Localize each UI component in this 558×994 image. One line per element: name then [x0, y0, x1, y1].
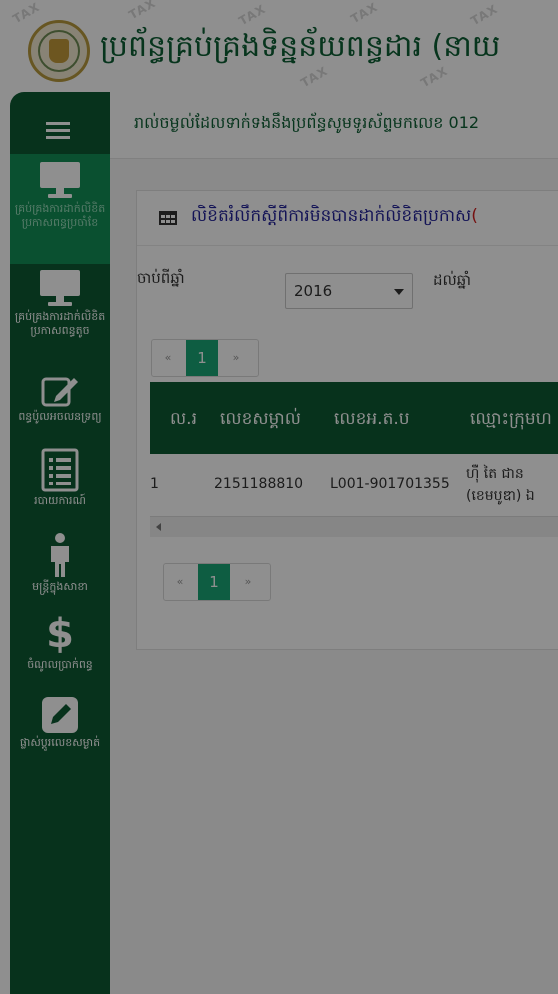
hamburger-menu-icon[interactable]: [46, 122, 70, 140]
sidebar-item-small-declaration[interactable]: គ្រប់គ្រងការដាក់លិខិតប្រកាសពន្ធតូច: [10, 266, 110, 374]
pagination-prev[interactable]: «: [152, 340, 184, 376]
horizontal-scrollbar[interactable]: [150, 516, 558, 537]
sidebar-item-label: ផ្លាស់ប្ដូរលេខសម្ងាត់: [19, 736, 101, 749]
pagination-next[interactable]: »: [232, 564, 264, 600]
dollar-icon: $: [46, 611, 74, 657]
sidebar-item-label: គ្រប់គ្រងការដាក់លិខិតប្រកាសពន្ធតូច: [14, 310, 106, 337]
sidebar-item-label: ពន្ធប៉ូលអចលនទ្រព្យ: [18, 410, 102, 423]
col-header-tin: លេខអ.ត.ប: [334, 409, 410, 429]
pagination-page-1[interactable]: 1: [198, 564, 230, 600]
person-icon: [51, 533, 69, 577]
from-year-label: ចាប់ពីឆ្នាំ: [137, 269, 185, 287]
sidebar-item-change-password[interactable]: ផ្លាស់ប្ដូរលេខសម្ងាត់: [10, 696, 110, 768]
watermark-text: TAX: [126, 0, 159, 23]
monitor-icon: [40, 162, 80, 198]
col-header-id: លេខសម្គាល់: [220, 409, 301, 429]
table-header: ល.រ លេខសម្គាល់ លេខអ.ត.ប ឈ្មោះក្រុមហ: [150, 382, 558, 454]
caret-down-icon: [394, 289, 404, 295]
col-header-company: ឈ្មោះក្រុមហ: [470, 409, 552, 429]
watermark-text: TAX: [418, 63, 451, 91]
sidebar-item-label: មន្ត្រីក្នុងសាខា: [32, 580, 88, 593]
pagination-next[interactable]: »: [220, 340, 252, 376]
pagination-top: « 1 »: [151, 339, 259, 377]
cell-id: 2151188810: [214, 476, 304, 492]
edit-icon: [41, 377, 78, 407]
watermark-text: TAX: [348, 0, 381, 27]
pencil-square-icon: [42, 697, 78, 733]
from-year-select[interactable]: 2016: [285, 273, 413, 309]
sidebar-item-officers[interactable]: មន្ត្រីក្នុងសាខា: [10, 532, 110, 604]
scroll-left-icon[interactable]: [156, 523, 161, 531]
watermark-text: TAX: [298, 63, 331, 91]
sidebar-item-report[interactable]: របាយការណ៍: [10, 448, 110, 520]
sidebar: គ្រប់គ្រងការដាក់លិខិតប្រកាសពន្ធប្រចាំខែ …: [10, 92, 110, 994]
sidebar-item-label: ចំណូលប្រាក់ពន្ធ: [27, 658, 93, 671]
pagination-page-1[interactable]: 1: [186, 340, 218, 376]
monitor-icon: [40, 270, 80, 306]
pagination-bottom: « 1 »: [163, 563, 271, 601]
table-row[interactable]: 1 2151188810 L001-901701355 ហ៊ឺ តៃ ជាន (…: [150, 454, 558, 516]
cell-no: 1: [150, 476, 159, 492]
gdt-logo: [28, 20, 90, 82]
panel-header: លិខិតរំលឹកស្ដីពីការមិនបានដាក់លិខិតប្រកាស…: [137, 191, 558, 246]
watermark-text: TAX: [468, 1, 501, 29]
panel-title: លិខិតរំលឹកស្ដីពីការមិនបានដាក់លិខិតប្រកាស…: [191, 205, 478, 230]
sidebar-item-label: គ្រប់គ្រងការដាក់លិខិតប្រកាសពន្ធប្រចាំខែ: [14, 202, 106, 229]
support-notice: រាល់ចម្ងល់ដែលទាក់ទងនឹងប្រព័ន្ធសូមទូរស័ព្…: [110, 92, 558, 159]
sidebar-item-label: របាយការណ៍: [34, 494, 86, 507]
sidebar-item-monthly-declaration[interactable]: គ្រប់គ្រងការដាក់លិខិតប្រកាសពន្ធប្រចាំខែ: [10, 154, 110, 264]
cell-company-line1: ហ៊ឺ តៃ ជាន: [466, 466, 524, 482]
sidebar-item-tax-revenue[interactable]: $ ចំណូលប្រាក់ពន្ធ: [10, 612, 110, 684]
to-year-label: ដល់ឆ្នាំ: [433, 271, 472, 289]
app-header: TAX TAX TAX TAX TAX TAX TAX ប្រព័ន្ធគ្រប…: [0, 0, 558, 92]
panel-title-text: លិខិតរំលឹកស្ដីពីការមិនបានដាក់លិខិតប្រកាស: [191, 206, 472, 226]
watermark-text: TAX: [236, 1, 269, 29]
site-title: ប្រព័ន្ធគ្រប់គ្រងទិន្នន័យពន្ធដារ (នាយ: [100, 29, 501, 64]
list-icon: [41, 448, 79, 492]
sidebar-item-property-tax[interactable]: ពន្ធប៉ូលអចលនទ្រព្យ: [10, 374, 110, 440]
col-header-no: ល.រ: [170, 409, 197, 429]
pagination-prev[interactable]: «: [164, 564, 196, 600]
support-notice-text: រាល់ចម្ងល់ដែលទាក់ទងនឹងប្រព័ន្ធសូមទូរស័ព្…: [134, 113, 480, 132]
watermark-text: TAX: [10, 0, 43, 27]
cell-company-line2: (ខេមបូឌា) ឯ: [466, 488, 535, 504]
cell-tin: L001-901701355: [330, 476, 450, 492]
panel-title-suffix: (: [471, 206, 478, 226]
table-icon: [159, 211, 177, 225]
main-content: រាល់ចម្ងល់ដែលទាក់ទងនឹងប្រព័ន្ធសូមទូរស័ព្…: [110, 92, 558, 994]
from-year-value: 2016: [294, 282, 333, 300]
